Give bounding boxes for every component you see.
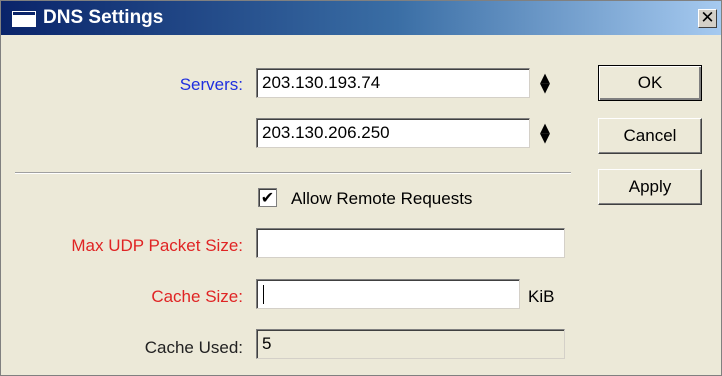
apply-button[interactable]: Apply [598, 169, 702, 205]
window-title: DNS Settings [43, 7, 164, 28]
text-caret [263, 285, 264, 304]
dns-settings-dialog: DNS Settings ✕ Servers: 203.130.193.74 ▲… [0, 0, 722, 376]
ok-button[interactable]: OK [598, 65, 702, 101]
max-udp-packet-size-input[interactable] [256, 228, 565, 258]
arrow-down-icon[interactable]: ▼ [538, 82, 552, 95]
cache-used-label: Cache Used: [144, 338, 243, 357]
arrow-down-icon[interactable]: ▼ [538, 132, 552, 145]
cache-size-input[interactable] [256, 279, 520, 309]
allow-remote-requests-label[interactable]: Allow Remote Requests [291, 189, 472, 209]
server-2-spinner[interactable]: ▲ ▼ [538, 122, 552, 145]
checkmark-icon: ✔ [260, 188, 275, 207]
cancel-button[interactable]: Cancel [598, 118, 702, 154]
window-icon [12, 11, 36, 27]
separator [15, 172, 571, 174]
server-1-spinner[interactable]: ▲ ▼ [538, 72, 552, 95]
server-input-1[interactable]: 203.130.193.74 [256, 68, 530, 98]
max-udp-packet-size-label: Max UDP Packet Size: [71, 236, 243, 255]
close-icon: ✕ [700, 8, 715, 28]
cache-size-label: Cache Size: [151, 287, 243, 306]
title-bar[interactable]: DNS Settings ✕ [1, 1, 721, 35]
servers-label: Servers: [179, 75, 243, 94]
allow-remote-requests-checkbox[interactable]: ✔ [258, 188, 277, 207]
server-input-2[interactable]: 203.130.206.250 [256, 118, 530, 148]
cache-size-unit: KiB [528, 287, 555, 306]
cache-used-value: 5 [256, 329, 565, 359]
close-button[interactable]: ✕ [698, 9, 717, 28]
